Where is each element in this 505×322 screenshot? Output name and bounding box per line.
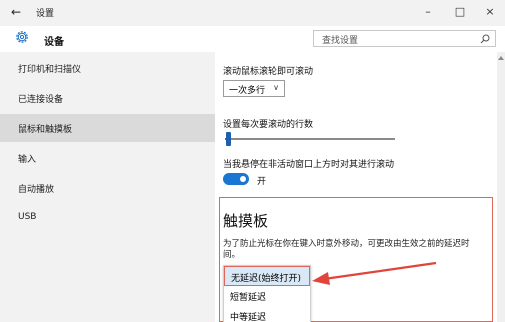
- sidebar-item-label: 打印机和扫描仪: [18, 65, 82, 75]
- sidebar-item-label: USB: [18, 212, 37, 222]
- toggle-state-label: 开: [257, 177, 267, 187]
- delay-option-label: 短暂延迟: [230, 293, 267, 303]
- maximize-button[interactable]: □: [450, 4, 470, 20]
- scrollbar[interactable]: [497, 52, 505, 322]
- gear-icon: [16, 31, 28, 43]
- sidebar-item-mouse-touchpad[interactable]: 鼠标和触摸板: [0, 114, 215, 142]
- lines-slider-thumb[interactable]: [226, 132, 231, 146]
- scroll-mode-dropdown[interactable]: 一次多行 ∨: [223, 80, 285, 97]
- delay-option-label: 无延迟(始终打开): [231, 274, 302, 284]
- chevron-down-icon: ∨: [273, 83, 279, 92]
- inactive-scroll-label: 当我悬停在非活动窗口上方时对其进行滚动: [223, 160, 395, 170]
- annotation-arrow-icon: [312, 261, 437, 285]
- page-title: 设备: [44, 37, 64, 48]
- sidebar-item-label: 鼠标和触摸板: [18, 125, 73, 135]
- window-title: 设置: [36, 9, 55, 19]
- delay-option-label: 中等延迟: [230, 313, 267, 322]
- sidebar-item-autoplay[interactable]: 自动播放: [0, 174, 215, 202]
- sidebar-item-label: 输入: [18, 155, 37, 165]
- sidebar: 打印机和扫描仪 已连接设备 鼠标和触摸板 输入 自动播放 USB: [0, 52, 215, 322]
- lines-slider-track[interactable]: [225, 138, 395, 140]
- lines-to-scroll-label: 设置每次要滚动的行数: [223, 120, 314, 130]
- scroll-setting-label: 滚动鼠标滚轮即可滚动: [223, 67, 314, 77]
- sidebar-item-connected-devices[interactable]: 已连接设备: [0, 84, 215, 112]
- sidebar-item-typing[interactable]: 输入: [0, 144, 215, 172]
- delay-option-short[interactable]: 短暂延迟: [224, 286, 310, 306]
- close-button[interactable]: ×: [480, 4, 500, 20]
- title-bar: ← 设置 – □ ×: [0, 0, 505, 26]
- touchpad-heading: 触摸板: [223, 212, 269, 230]
- sidebar-item-label: 自动播放: [18, 185, 55, 195]
- scroll-mode-value: 一次多行: [229, 86, 266, 96]
- search-placeholder: 查找设置: [322, 36, 359, 46]
- scroll-up-icon[interactable]: [498, 56, 504, 60]
- search-icon[interactable]: [480, 34, 490, 44]
- sidebar-item-label: 已连接设备: [18, 95, 64, 105]
- minimize-button[interactable]: –: [418, 4, 438, 20]
- sidebar-item-usb[interactable]: USB: [0, 204, 215, 232]
- back-arrow-icon[interactable]: ←: [8, 4, 24, 20]
- sidebar-item-printers[interactable]: 打印机和扫描仪: [0, 54, 215, 82]
- delay-dropdown-list[interactable]: 无延迟(始终打开) 短暂延迟 中等延迟: [223, 265, 311, 322]
- delay-option-no-delay[interactable]: 无延迟(始终打开): [224, 266, 310, 286]
- inactive-scroll-toggle[interactable]: [223, 173, 249, 185]
- delay-option-medium[interactable]: 中等延迟: [224, 306, 310, 322]
- search-input[interactable]: 查找设置: [313, 30, 496, 47]
